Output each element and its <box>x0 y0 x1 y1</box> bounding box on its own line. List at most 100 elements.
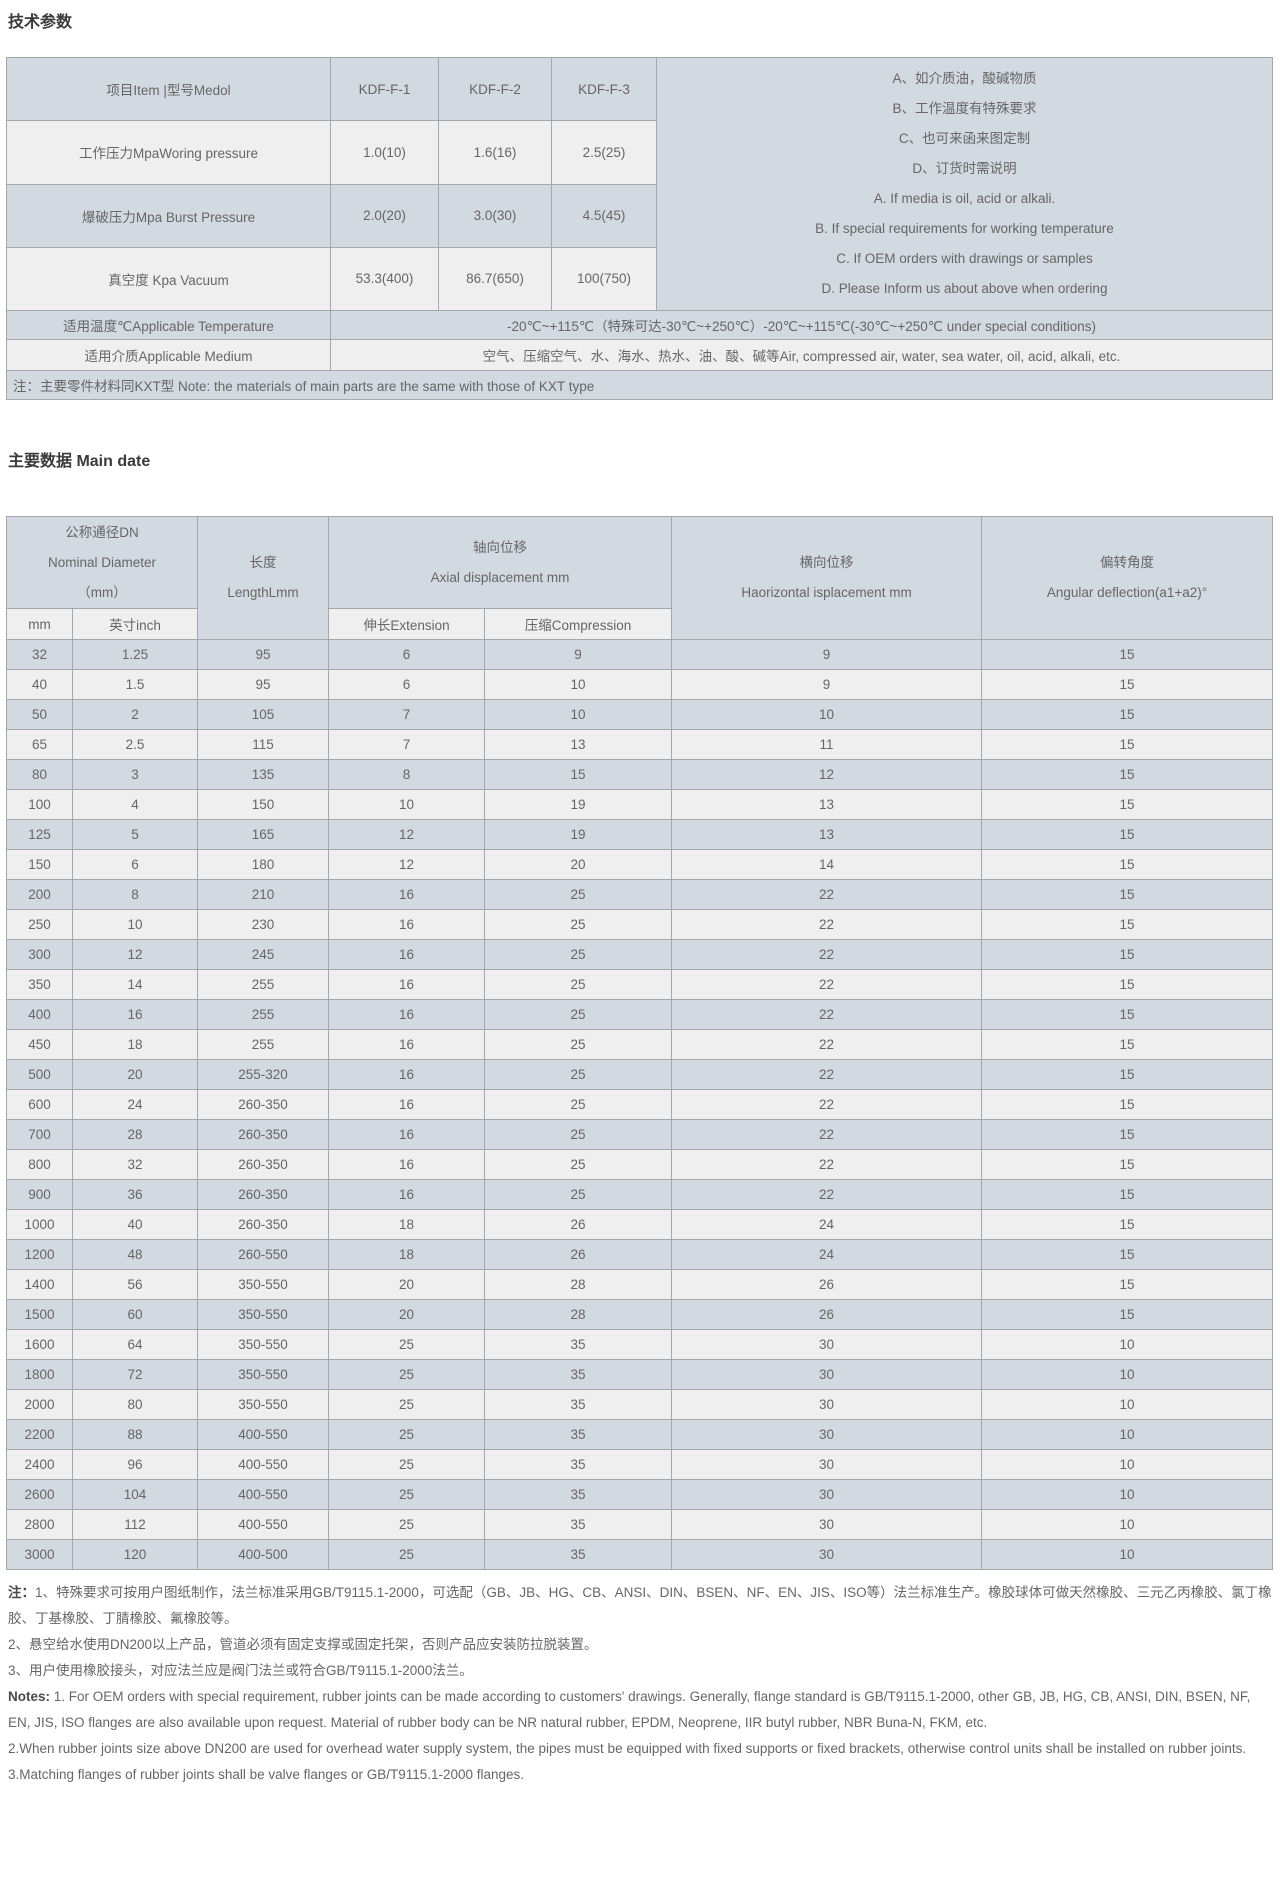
length-cell: 260-350 <box>198 1090 329 1120</box>
mm-subheader: mm <box>7 609 73 640</box>
dn-inch-cell: 16 <box>73 1000 198 1030</box>
angular-cell: 15 <box>982 970 1273 1000</box>
extension-cell: 25 <box>329 1420 485 1450</box>
compression-cell: 25 <box>485 880 672 910</box>
main-table-row: 2800112400-55025353010 <box>7 1510 1273 1540</box>
compression-cell: 20 <box>485 850 672 880</box>
medium-value: 空气、压缩空气、水、海水、热水、油、酸、碱等Air, compressed ai… <box>331 340 1273 371</box>
dn-mm-cell: 50 <box>7 700 73 730</box>
main-table-row: 180072350-55025353010 <box>7 1360 1273 1390</box>
compression-cell: 19 <box>485 820 672 850</box>
extension-cell: 25 <box>329 1360 485 1390</box>
main-table-row: 150060350-55020282615 <box>7 1300 1273 1330</box>
main-table-row: 3000120400-50025353010 <box>7 1540 1273 1570</box>
compression-subheader: 压缩Compression <box>485 609 672 640</box>
length-cell: 260-350 <box>198 1120 329 1150</box>
angular-cell: 15 <box>982 940 1273 970</box>
compression-cell: 35 <box>485 1330 672 1360</box>
extension-cell: 25 <box>329 1390 485 1420</box>
extension-cell: 7 <box>329 730 485 760</box>
value-cell: 100(750) <box>552 247 657 310</box>
dn-inch-cell: 72 <box>73 1360 198 1390</box>
length-cell: 350-550 <box>198 1360 329 1390</box>
dn-inch-cell: 20 <box>73 1060 198 1090</box>
extension-cell: 16 <box>329 1180 485 1210</box>
length-cell: 245 <box>198 940 329 970</box>
main-table-row: 8031358151215 <box>7 760 1273 790</box>
length-cell: 260-350 <box>198 1180 329 1210</box>
dn-mm-cell: 350 <box>7 970 73 1000</box>
angular-cell: 15 <box>982 880 1273 910</box>
length-cell: 165 <box>198 820 329 850</box>
value-cell: 2.0(20) <box>331 184 439 247</box>
compression-cell: 35 <box>485 1360 672 1390</box>
model-header: KDF-F-2 <box>439 58 552 121</box>
row-label: 真空度 Kpa Vacuum <box>7 247 331 310</box>
length-cell: 135 <box>198 760 329 790</box>
angular-cell: 15 <box>982 1240 1273 1270</box>
main-data-table: 公称通径DN Nominal Diameter （mm） 长度 LengthLm… <box>6 516 1273 1570</box>
compression-cell: 35 <box>485 1450 672 1480</box>
extension-cell: 12 <box>329 820 485 850</box>
row-label: 爆破压力Mpa Burst Pressure <box>7 184 331 247</box>
inch-subheader: 英寸inch <box>73 609 198 640</box>
tech-item-label: 项目Item |型号Medol <box>7 58 331 121</box>
dn-mm-cell: 800 <box>7 1150 73 1180</box>
main-table-row: 4001625516252215 <box>7 1000 1273 1030</box>
horizontal-cell: 30 <box>672 1480 982 1510</box>
dn-mm-cell: 2800 <box>7 1510 73 1540</box>
ordering-notes-cell: A、如介质油，酸碱物质 B、工作温度有特殊要求 C、也可来函来图定制 D、订货时… <box>657 58 1273 311</box>
dn-inch-cell: 8 <box>73 880 198 910</box>
extension-cell: 10 <box>329 790 485 820</box>
dn-mm-cell: 150 <box>7 850 73 880</box>
dn-mm-cell: 32 <box>7 640 73 670</box>
compression-cell: 25 <box>485 1000 672 1030</box>
note-cn-1: 注：1、特殊要求可按用户图纸制作，法兰标准采用GB/T9115.1-2000，可… <box>8 1580 1272 1632</box>
dn-inch-cell: 104 <box>73 1480 198 1510</box>
dn-inch-cell: 112 <box>73 1510 198 1540</box>
dn-mm-cell: 1500 <box>7 1300 73 1330</box>
dn-mm-cell: 600 <box>7 1090 73 1120</box>
dn-inch-cell: 96 <box>73 1450 198 1480</box>
header-line: 轴向位移 <box>331 533 669 563</box>
row-label: 适用温度℃Applicable Temperature <box>7 311 331 340</box>
angular-cell: 10 <box>982 1330 1273 1360</box>
value-cell: 1.6(16) <box>439 121 552 184</box>
horizontal-cell: 9 <box>672 670 982 700</box>
compression-cell: 15 <box>485 760 672 790</box>
dn-mm-cell: 80 <box>7 760 73 790</box>
extension-cell: 8 <box>329 760 485 790</box>
value-cell: 53.3(400) <box>331 247 439 310</box>
angular-deflection-header: 偏转角度 Angular deflection(a1+a2)° <box>982 517 1273 640</box>
main-table-row: 200080350-55025353010 <box>7 1390 1273 1420</box>
dn-mm-cell: 1600 <box>7 1330 73 1360</box>
dn-mm-cell: 1200 <box>7 1240 73 1270</box>
ordering-note-line: C、也可来函来图定制 <box>661 124 1268 154</box>
horizontal-cell: 30 <box>672 1540 982 1570</box>
horizontal-cell: 22 <box>672 1090 982 1120</box>
main-table-row: 80032260-35016252215 <box>7 1150 1273 1180</box>
axial-displacement-header: 轴向位移 Axial displacement mm <box>329 517 672 609</box>
dn-mm-cell: 3000 <box>7 1540 73 1570</box>
model-header: KDF-F-3 <box>552 58 657 121</box>
dn-inch-cell: 24 <box>73 1090 198 1120</box>
dn-inch-cell: 4 <box>73 790 198 820</box>
ordering-note-line: A、如介质油，酸碱物质 <box>661 64 1268 94</box>
header-line: Haorizontal isplacement mm <box>674 578 979 608</box>
length-cell: 150 <box>198 790 329 820</box>
length-cell: 255 <box>198 1030 329 1060</box>
dn-inch-cell: 1.5 <box>73 670 198 700</box>
main-table-row: 2600104400-55025353010 <box>7 1480 1273 1510</box>
main-table-row: 100040260-35018262415 <box>7 1210 1273 1240</box>
extension-cell: 16 <box>329 970 485 1000</box>
compression-cell: 35 <box>485 1510 672 1540</box>
tech-footnote: 注：主要零件材料同KXT型 Note: the materials of mai… <box>7 371 1273 400</box>
row-label: 适用介质Applicable Medium <box>7 340 331 371</box>
ordering-note-line: A. If media is oil, acid or alkali. <box>661 184 1268 214</box>
length-cell: 95 <box>198 640 329 670</box>
length-cell: 400-500 <box>198 1540 329 1570</box>
extension-cell: 16 <box>329 1150 485 1180</box>
main-table-row: 3001224516252215 <box>7 940 1273 970</box>
main-table-row: 140056350-55020282615 <box>7 1270 1273 1300</box>
ordering-note-line: D. Please Inform us about above when ord… <box>661 274 1268 304</box>
